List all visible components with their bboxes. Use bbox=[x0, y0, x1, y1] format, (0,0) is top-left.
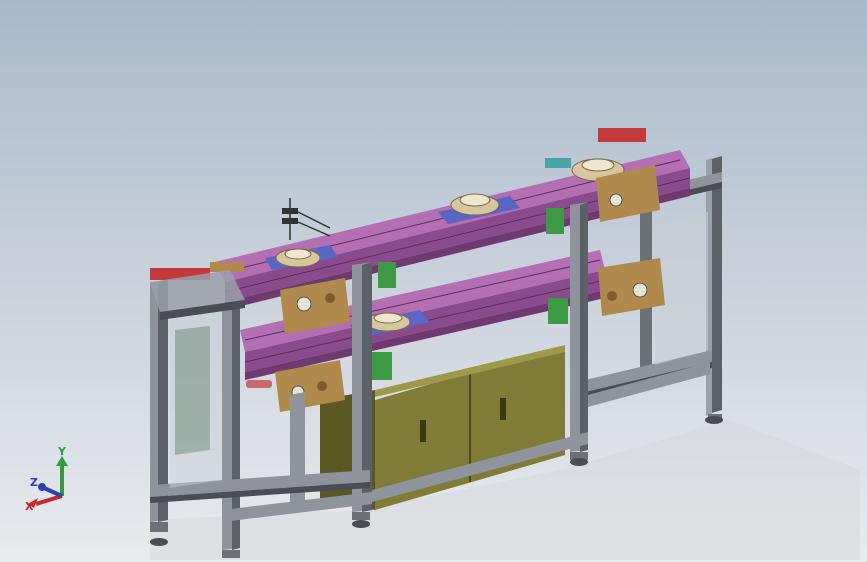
triad-y-label: Y bbox=[57, 445, 67, 458]
triad-x-label: X bbox=[25, 500, 34, 513]
triad-z-label: Z bbox=[30, 476, 38, 489]
cad-viewport[interactable]: Y X Z bbox=[0, 0, 867, 562]
coordinate-triad: Y X Z bbox=[25, 445, 68, 513]
conveyor-model[interactable] bbox=[0, 0, 867, 562]
